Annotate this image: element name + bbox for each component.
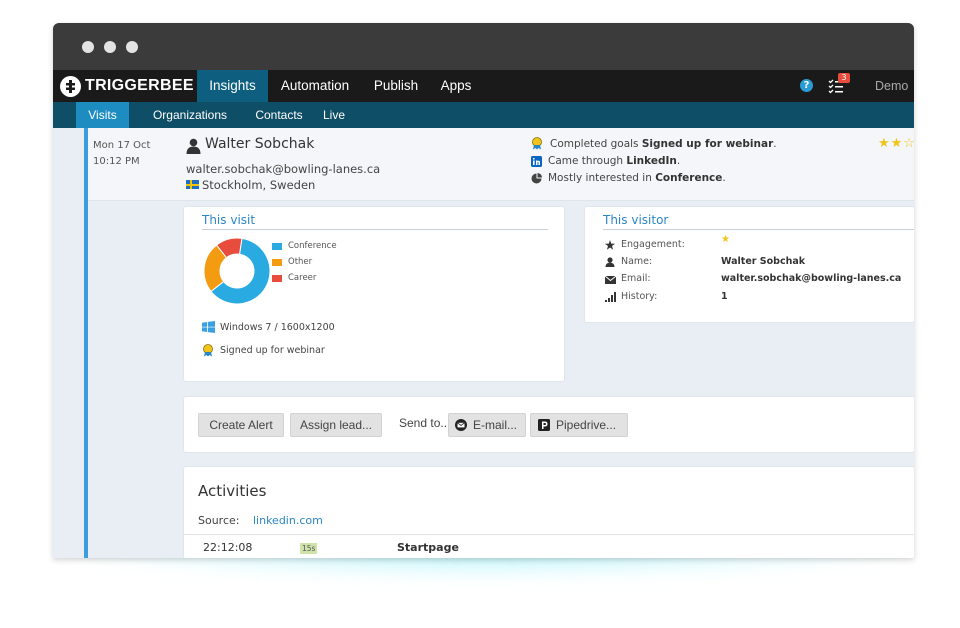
window-titlebar [53,23,914,70]
triggerbee-logo-icon [60,75,81,97]
name-label: Name: [621,256,653,267]
legend-swatch-other [272,259,282,266]
history-value: 1 [721,291,728,302]
sweden-flag-icon [186,180,199,189]
tab-apps[interactable]: Apps [434,70,478,102]
linkedin-icon [531,156,542,167]
assign-lead-button[interactable]: Assign lead... [290,413,382,437]
activity-page[interactable]: Startpage [397,541,459,554]
pipedrive-icon [538,419,550,431]
interest-donut-chart [203,237,271,305]
engagement-label: Engagement: [621,239,685,250]
star-icon [605,240,615,250]
tab-publish[interactable]: Publish [366,70,426,102]
engagement-value: ★ [721,234,730,245]
visitor-name[interactable]: Walter Sobchak [205,136,314,152]
email-label: Email: [621,273,651,284]
goal-info: Signed up for webinar [220,345,325,356]
email-value[interactable]: walter.sobchak@bowling-lanes.ca [721,273,901,284]
window-maximize-dot[interactable] [126,41,138,53]
brand-logo[interactable]: TRIGGERBEE [60,75,194,97]
os-info: Windows 7 / 1600x1200 [220,322,335,333]
visitor-location: Stockholm, Sweden [202,178,316,192]
create-alert-button[interactable]: Create Alert [198,413,284,437]
subtab-organizations[interactable]: Organizations [137,102,243,128]
this-visit-title: This visit [202,213,256,227]
summary-source-suffix: . [676,155,681,167]
goal-medal-icon [532,137,542,150]
activity-divider [184,534,914,535]
visit-date: Mon 17 Oct 10:12 PM [93,138,150,170]
tasks-count-badge: 3 [838,73,850,83]
summary-interest-value: Conference [655,172,723,184]
visit-date-time: 10:12 PM [93,156,140,167]
email-send-button[interactable]: E-mail... [448,413,526,437]
activities-card [184,467,914,558]
activity-duration-badge: 15s [300,543,318,554]
subtab-visits[interactable]: Visits [76,102,129,128]
help-icon[interactable]: ? [800,79,813,92]
window-minimize-dot[interactable] [104,41,116,53]
summary-source: Came through LinkedIn. [548,155,680,167]
activities-title: Activities [198,482,267,500]
tab-automation[interactable]: Automation [272,70,358,102]
summary-goal-value: Signed up for webinar [641,138,774,150]
pipedrive-send-button[interactable]: Pipedrive... [530,413,628,437]
summary-interest-suffix: . [722,172,726,184]
email-circle-icon [455,419,467,431]
pipedrive-send-label: Pipedrive... [556,418,617,432]
this-visit-card: This visit Conference Other Career Windo… [184,207,564,381]
person-icon [186,138,201,154]
visit-date-day: Mon 17 Oct [93,140,151,151]
legend-conference: Conference [288,241,337,251]
name-value: Walter Sobchak [721,256,806,267]
summary-goal: Completed goals Signed up for webinar. [550,138,777,150]
visitor-email[interactable]: walter.sobchak@bowling-lanes.ca [186,162,380,176]
tab-insights[interactable]: Insights [197,70,268,102]
app-window: TRIGGERBEE Insights Automation Publish A… [53,23,914,558]
summary-goal-suffix: . [773,138,777,150]
windows-icon [202,321,215,333]
summary-interest: Mostly interested in Conference. [548,172,726,184]
top-navigation: TRIGGERBEE Insights Automation Publish A… [53,70,914,102]
summary-interest-prefix: Mostly interested in [548,172,656,184]
summary-goal-prefix: Completed goals [550,138,642,150]
window-close-dot[interactable] [82,41,94,53]
goal-medal-icon [203,344,213,357]
envelope-icon [605,276,616,284]
source-label: Source: [198,514,240,527]
this-visitor-divider [603,229,914,230]
send-to-label: Send to... [399,416,451,430]
user-menu[interactable]: Demo [875,70,908,102]
activity-time: 22:12:08 [203,541,253,554]
summary-source-value: LinkedIn [626,155,677,167]
summary-source-prefix: Came through [548,155,627,167]
subtab-contacts[interactable]: Contacts [239,102,319,128]
source-link[interactable]: linkedin.com [253,514,323,527]
history-label: History: [621,291,658,302]
signal-bars-icon [605,292,616,302]
legend-swatch-career [272,275,282,282]
this-visitor-title: This visitor [603,213,669,227]
legend-swatch-conference [272,243,282,250]
this-visit-divider [202,229,548,230]
rating-stars: ★★☆ [878,136,914,151]
this-visitor-card: This visitor Engagement: ★ Name: Walter … [585,207,914,322]
pie-icon [531,173,542,184]
subtab-live[interactable]: Live [311,102,357,128]
legend-career: Career [288,273,317,283]
brand-name: TRIGGERBEE [85,77,194,94]
person-icon [605,257,615,267]
sub-navigation: Visits Organizations Contacts Live [53,102,914,128]
email-send-label: E-mail... [473,418,518,432]
legend-other: Other [288,257,313,267]
